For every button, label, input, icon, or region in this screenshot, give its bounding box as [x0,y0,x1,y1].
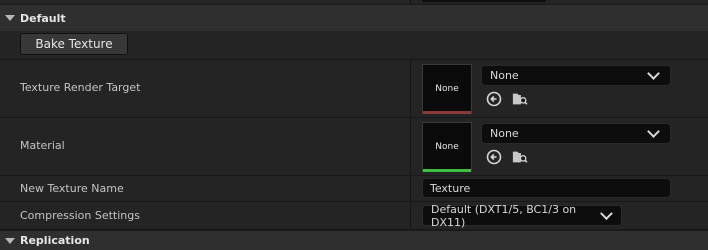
material-thumbnail[interactable]: None [422,122,472,172]
compression-settings-combo[interactable]: Default (DXT1/5, BC1/3 on DX11) [422,202,622,229]
chevron-down-icon [647,125,660,138]
material-label: Material [20,139,65,152]
clipped-row-top [0,0,708,4]
texture-render-target-combo[interactable]: None [481,65,671,86]
chevron-down-icon [647,67,660,80]
column-divider [410,60,411,117]
column-divider [410,176,411,201]
thumbnail-text: None [435,142,459,152]
texture-render-target-thumbnail[interactable]: None [422,64,472,114]
category-label: Default [20,11,66,25]
thumbnail-text: None [435,84,459,94]
new-texture-name-label: New Texture Name [20,182,124,195]
category-header-default[interactable]: Default [0,5,708,31]
category-label: Replication [20,234,90,247]
expand-arrow-icon [5,15,15,21]
clipped-field [422,0,546,2]
browse-asset-button[interactable] [512,149,528,165]
arrow-left-circle-icon [486,91,502,107]
new-texture-name-input[interactable]: Texture [422,178,671,198]
material-combo[interactable]: None [481,123,671,144]
asset-type-strip [423,111,471,114]
use-selected-button[interactable] [486,91,502,107]
browse-asset-button[interactable] [512,91,528,107]
texture-render-target-label: Texture Render Target [20,81,141,94]
arrow-left-circle-icon [486,149,502,165]
combo-value: None [490,69,519,82]
compression-settings-label: Compression Settings [20,209,140,222]
column-divider [410,202,411,229]
column-divider [410,118,411,175]
bake-texture-button[interactable]: Bake Texture [20,33,128,55]
folder-search-icon [512,93,528,105]
combo-value: Default (DXT1/5, BC1/3 on DX11) [431,202,577,229]
combo-value: None [490,127,519,140]
folder-search-icon [512,151,528,163]
asset-type-strip [423,169,471,172]
use-selected-button[interactable] [486,149,502,165]
expand-arrow-icon [5,237,15,244]
category-header-replication[interactable]: Replication [0,231,708,250]
column-divider [410,0,411,4]
